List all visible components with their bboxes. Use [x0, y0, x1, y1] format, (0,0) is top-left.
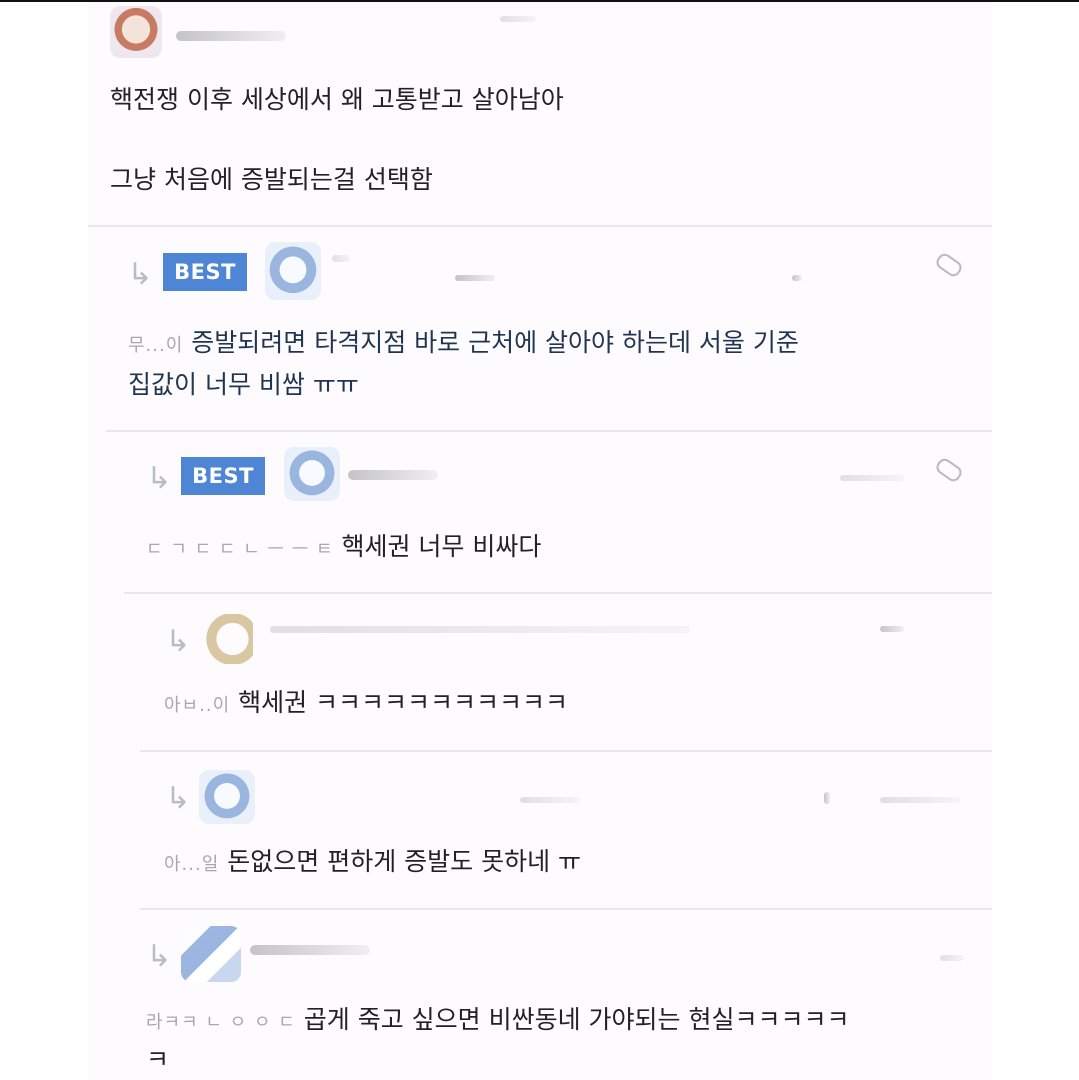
post-text-line2: 그냥 처음에 증발되는걸 선택함 — [110, 165, 433, 194]
reply-text-line1: 증발되려면 타격지점 바로 근처에 살아야 하는데 서울 기준 — [191, 328, 799, 357]
reply-text-line2: ㅋ — [146, 1045, 170, 1074]
reply-divider — [106, 430, 992, 432]
reply-author-avatar[interactable] — [265, 242, 321, 300]
reply-text-content: 핵세권 ㅋㅋㅋㅋㅋㅋㅋㅋㅋㅋㅋ — [238, 688, 569, 717]
reply-author-name-blur — [520, 797, 580, 803]
reply-text: 아...일 돈없으면 편하게 증발도 못하네 ㅠ — [164, 842, 581, 885]
reply-author-name-blur — [270, 626, 690, 633]
reply-meta-blur — [880, 626, 904, 632]
reply-meta-blur-2 — [880, 797, 960, 803]
masked-mention: 라ㅋㅋ ㄴ ㅇ ㅇ ㄷ — [146, 1012, 296, 1033]
reply-text: 라ㅋㅋ ㄴ ㅇ ㅇ ㄷ 곱게 죽고 싶으면 비싼동네 가야되는 현실ㅋㅋㅋㅋㅋ — [146, 1000, 850, 1043]
reply-author-avatar[interactable] — [284, 447, 340, 501]
post-divider — [88, 225, 992, 227]
masked-mention: 아...일 — [164, 854, 220, 875]
reply-text-content: 핵세권 너무 비싸다 — [341, 532, 542, 561]
reply-meta-blur — [455, 275, 495, 281]
reply-author-name-blur — [332, 255, 350, 262]
post-author-avatar[interactable] — [110, 6, 162, 58]
reply-meta-blur — [824, 792, 830, 804]
reply-divider — [124, 592, 992, 594]
reply-meta-blur-2 — [792, 275, 802, 281]
reply-text: 무...이 증발되려면 타격지점 바로 근처에 살아야 하는데 서울 기준 — [128, 323, 799, 366]
reply-arrow-icon: ↳ — [165, 781, 191, 816]
reply-divider — [140, 908, 992, 910]
reply-meta-blur — [840, 475, 904, 481]
reply-arrow-icon: ↳ — [146, 461, 172, 496]
masked-mention: 아ㅂ..이 — [164, 695, 231, 716]
reply-author-avatar[interactable] — [181, 926, 241, 982]
reply-author-avatar[interactable] — [199, 614, 253, 664]
reply-author-name-blur — [348, 470, 438, 480]
reply-text: ㄷ ㄱ ㄷ ㄷ ㄴ ㅡ ㅡ ㅌ 핵세권 너무 비싸다 — [146, 527, 541, 570]
reply-arrow-icon: ↳ — [127, 257, 153, 292]
reply-author-name-blur — [250, 945, 370, 955]
reply-author-avatar[interactable] — [199, 770, 255, 824]
reply-text-content: 돈없으면 편하게 증발도 못하네 ㅠ — [227, 847, 582, 876]
post-meta-blur — [500, 16, 536, 22]
reply-text-line2: 집값이 너무 비쌈 ㅠㅠ — [128, 370, 359, 399]
reply-arrow-icon: ↳ — [146, 939, 172, 974]
reply-divider — [140, 750, 992, 752]
post-author-name-blur — [176, 31, 286, 41]
reply-meta-blur — [940, 955, 964, 961]
reply-text: 아ㅂ..이 핵세권 ㅋㅋㅋㅋㅋㅋㅋㅋㅋㅋㅋ — [164, 683, 568, 726]
reply-arrow-icon: ↳ — [165, 624, 191, 659]
best-badge: BEST — [181, 457, 265, 495]
masked-mention: 무...이 — [128, 335, 184, 356]
post-text-line1: 핵전쟁 이후 세상에서 왜 고통받고 살아남아 — [110, 85, 564, 114]
masked-mention: ㄷ ㄱ ㄷ ㄷ ㄴ ㅡ ㅡ ㅌ — [146, 539, 334, 560]
reply-text-line1: 곱게 죽고 싶으면 비싼동네 가야되는 현실ㅋㅋㅋㅋㅋ — [303, 1005, 850, 1034]
best-badge: BEST — [163, 253, 247, 291]
